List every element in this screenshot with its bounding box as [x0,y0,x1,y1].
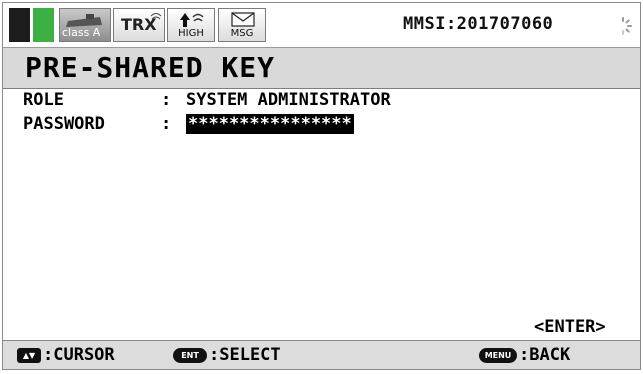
select-help: ENT:SELECT [173,341,281,369]
role-label: ROLE [23,90,64,110]
role-value: SYSTEM ADMINISTRATOR [186,90,391,110]
device-screen: class A TRX HIGH MSG MMSI:201707060 PRE-… [2,2,641,370]
signal-waves-icon [150,13,162,20]
msg-label: MSG [230,28,254,39]
class-a-label: class A [62,26,101,39]
trx-icon: TRX [113,8,165,42]
role-row: ROLE: SYSTEM ADMINISTRATOR [23,89,391,111]
signal-indicator-green [33,8,54,42]
cursor-help: ▲▼:CURSOR [17,341,115,369]
back-help: MENU:BACK [479,341,570,369]
menu-key-icon: MENU [479,347,517,363]
select-help-label: :SELECT [209,345,281,365]
password-label: PASSWORD [23,114,105,134]
password-colon: : [161,114,172,134]
status-bar: class A TRX HIGH MSG MMSI:201707060 [3,3,640,48]
role-colon: : [161,90,172,110]
cursor-help-label: :CURSOR [43,345,115,365]
back-help-label: :BACK [519,345,571,365]
high-label: HIGH [178,28,204,39]
password-field[interactable]: **************** [186,114,354,134]
busy-spinner-icon [622,17,632,35]
enter-key-icon: ENT [173,347,207,363]
title-bar: PRE-SHARED KEY [3,48,640,89]
enter-button[interactable]: <ENTER> [534,317,606,337]
message-icon: MSG [218,8,266,42]
page-title: PRE-SHARED KEY [25,51,276,84]
arrow-up-icon [180,13,204,27]
password-row[interactable]: PASSWORD: **************** [23,113,354,135]
mmsi-display: MMSI:201707060 [403,14,554,34]
signal-indicator-dark [9,8,30,42]
high-power-icon: HIGH [167,8,215,42]
envelope-icon [231,12,255,27]
help-bar: ▲▼:CURSOR ENT:SELECT MENU:BACK [3,340,640,369]
cursor-key-icon: ▲▼ [17,347,41,363]
class-a-ship-icon: class A [59,8,111,42]
